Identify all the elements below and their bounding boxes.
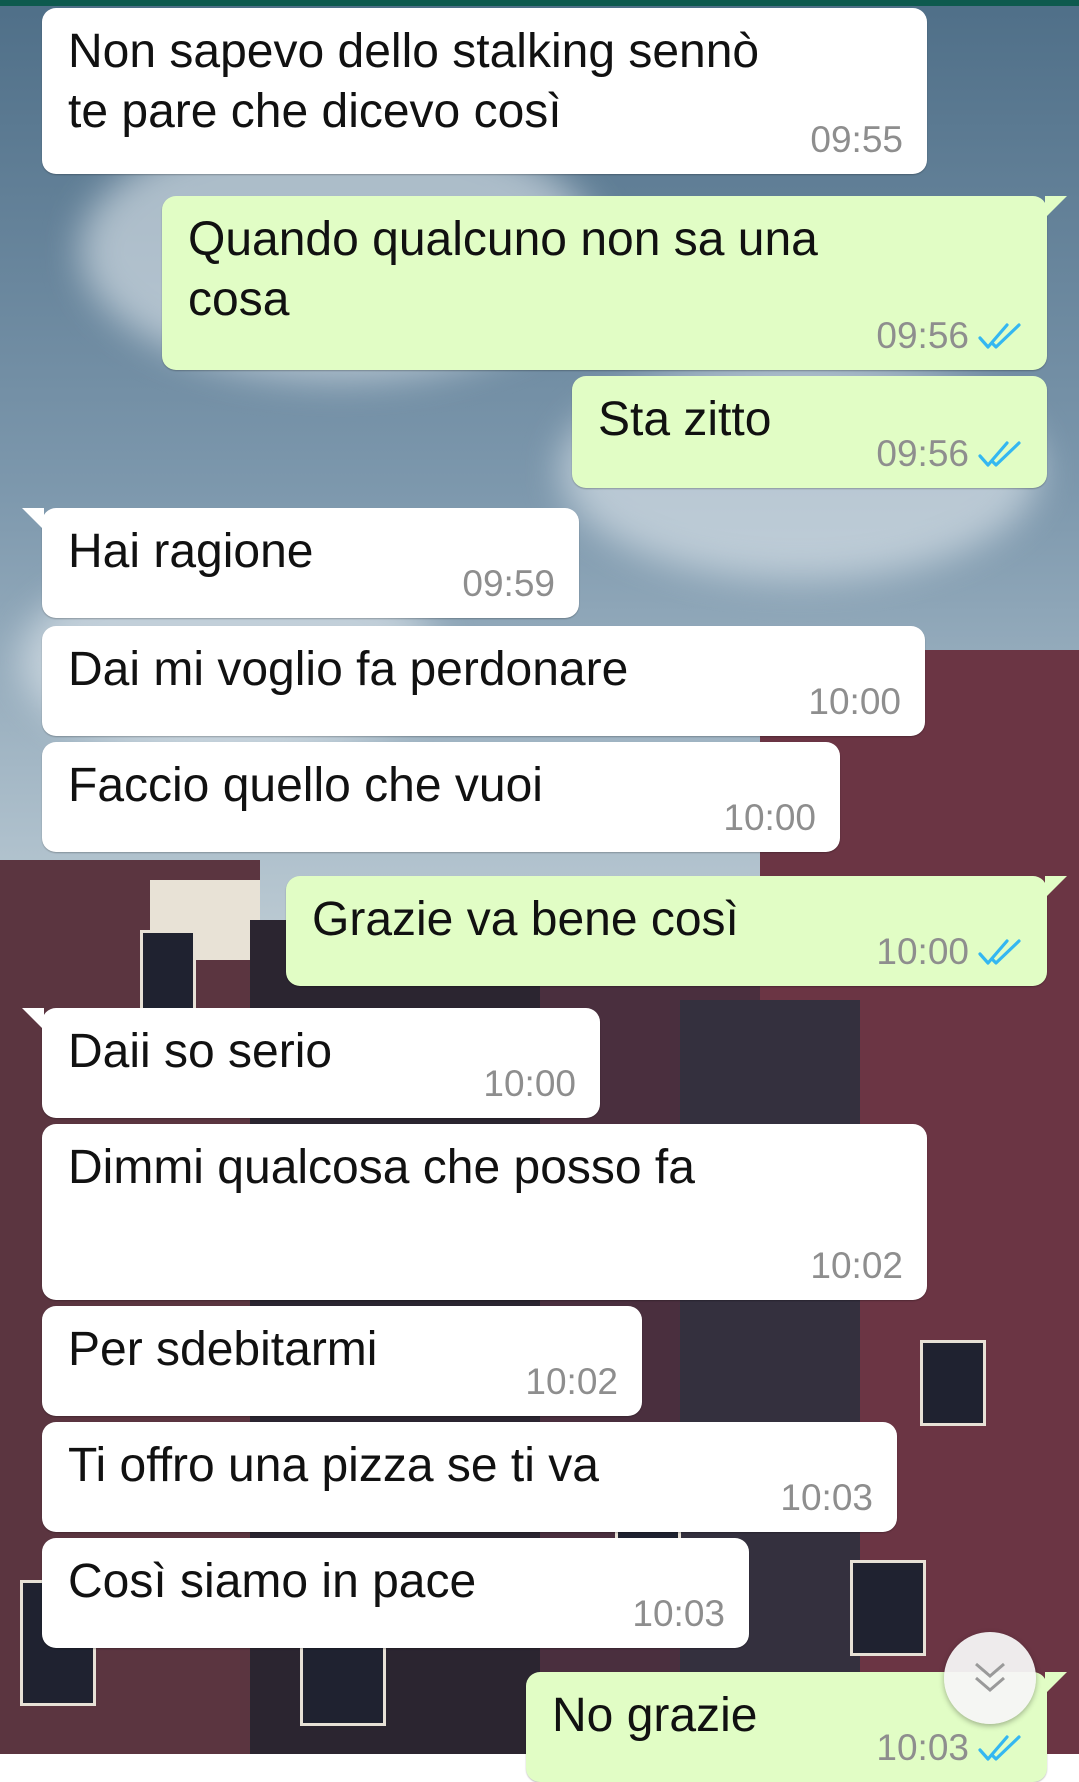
message-timestamp: 10:00 <box>876 931 969 972</box>
message-meta: 09:55 <box>810 120 903 160</box>
message-meta: 10:02 <box>810 1246 903 1286</box>
double-check-icon <box>978 1735 1021 1761</box>
message-timestamp: 10:03 <box>780 1477 873 1518</box>
message-meta: 10:00 <box>808 682 901 722</box>
message-text-line: Quando qualcuno non sa una <box>188 213 818 266</box>
message-text: Non sapevo dello stalking sennò te pare c… <box>68 22 759 142</box>
message-text-line: Faccio quello che vuoi <box>68 759 543 812</box>
message-text: Faccio quello che vuoi <box>68 756 543 816</box>
double-check-icon <box>978 939 1021 965</box>
message-text: Ti offro una pizza se ti va <box>68 1436 599 1496</box>
bubble-tail <box>1045 196 1067 218</box>
outgoing-message-bubble[interactable]: Sta zitto 09:56 <box>572 376 1047 488</box>
message-text: Così siamo in pace <box>68 1552 476 1612</box>
message-meta: 10:02 <box>525 1362 618 1402</box>
incoming-message-bubble[interactable]: Hai ragione 09:59 <box>22 508 579 618</box>
incoming-message-bubble[interactable]: Non sapevo dello stalking sennò te pare c… <box>42 8 927 174</box>
bubble-tail <box>22 508 44 530</box>
message-text: Dai mi voglio fa perdonare <box>68 640 628 700</box>
message-text: Sta zitto <box>598 390 771 450</box>
message-timestamp: 10:03 <box>876 1727 969 1768</box>
incoming-message-bubble[interactable]: Daii so serio 10:00 <box>22 1008 600 1118</box>
chevron-double-down-icon <box>975 1662 1005 1692</box>
message-text-line: Hai ragione <box>68 525 314 578</box>
message-text: Hai ragione <box>68 522 313 582</box>
message-meta: 10:03 <box>780 1478 873 1518</box>
message-text-line: Dimmi qualcosa che posso fa <box>68 1141 695 1194</box>
message-meta: 09:56 <box>876 434 1023 474</box>
message-meta: 09:56 <box>876 316 1023 356</box>
scroll-to-bottom-button[interactable] <box>944 1632 1036 1724</box>
message-meta: 10:00 <box>876 932 1023 972</box>
message-timestamp: 10:00 <box>808 681 901 722</box>
message-text-line: Grazie va bene così <box>312 893 739 946</box>
message-timestamp: 09:59 <box>462 563 555 604</box>
bubble-tail <box>1045 1672 1067 1694</box>
message-text-line: Per sdebitarmi <box>68 1323 378 1376</box>
message-timestamp: 10:02 <box>525 1361 618 1402</box>
message-meta: 10:00 <box>723 798 816 838</box>
message-text-line: cosa <box>188 273 290 326</box>
message-timestamp: 09:55 <box>810 119 903 160</box>
double-check-icon <box>978 323 1021 349</box>
message-text: Daii so serio <box>68 1022 332 1082</box>
message-text-line: Dai mi voglio fa perdonare <box>68 643 629 696</box>
message-text: No grazie <box>552 1686 757 1746</box>
message-text-line: No grazie <box>552 1689 758 1742</box>
message-text: Dimmi qualcosa che posso fa <box>68 1138 695 1198</box>
message-timestamp: 10:00 <box>483 1063 576 1104</box>
incoming-message-bubble[interactable]: Faccio quello che vuoi 10:00 <box>42 742 840 852</box>
message-text: Per sdebitarmi <box>68 1320 377 1380</box>
message-text: Quando qualcuno non sa una cosa <box>188 210 818 330</box>
message-text-line: Ti offro una pizza se ti va <box>68 1439 599 1492</box>
message-text-line: Così siamo in pace <box>68 1555 477 1608</box>
message-timestamp: 10:00 <box>723 797 816 838</box>
message-meta: 10:03 <box>632 1594 725 1634</box>
incoming-message-bubble[interactable]: Ti offro una pizza se ti va 10:03 <box>42 1422 897 1532</box>
top-status-strip <box>0 0 1079 6</box>
message-text-line: Daii so serio <box>68 1025 333 1078</box>
incoming-message-bubble[interactable]: Dai mi voglio fa perdonare 10:00 <box>42 626 925 736</box>
outgoing-message-bubble[interactable]: Grazie va bene così 10:00 <box>286 876 1067 986</box>
bubble-tail <box>1045 876 1067 898</box>
message-timestamp: 09:56 <box>876 315 969 356</box>
incoming-message-bubble[interactable]: Per sdebitarmi 10:02 <box>42 1306 642 1416</box>
double-check-icon <box>978 441 1021 467</box>
message-text-line: Sta zitto <box>598 393 772 446</box>
bubble-tail <box>22 1008 44 1030</box>
incoming-message-bubble[interactable]: Così siamo in pace 10:03 <box>42 1538 749 1648</box>
incoming-message-bubble[interactable]: Dimmi qualcosa che posso fa 10:02 <box>42 1124 927 1300</box>
message-meta: 09:59 <box>462 564 555 604</box>
message-meta: 10:03 <box>876 1728 1023 1768</box>
message-timestamp: 09:56 <box>876 433 969 474</box>
message-timestamp: 10:03 <box>632 1593 725 1634</box>
message-meta: 10:00 <box>483 1064 576 1104</box>
message-text: Grazie va bene così <box>312 890 739 950</box>
message-text-line: Non sapevo dello stalking sennò <box>68 25 760 78</box>
outgoing-message-bubble[interactable]: Quando qualcuno non sa una cosa 09:56 <box>162 196 1067 370</box>
message-timestamp: 10:02 <box>810 1245 903 1286</box>
message-text-line: te pare che dicevo così <box>68 85 562 138</box>
